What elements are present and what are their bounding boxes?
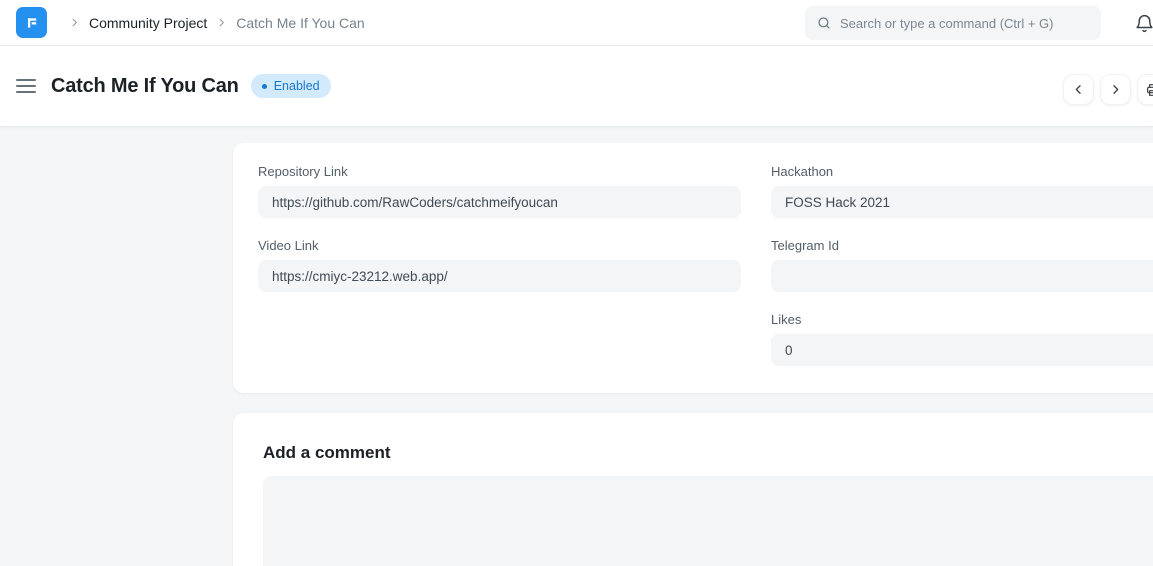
notifications-button[interactable] [1132,10,1153,36]
next-document-button[interactable] [1100,74,1131,105]
sidebar-toggle-button[interactable] [16,73,42,99]
field-label: Video Link [258,238,741,253]
field-label: Likes [771,312,1153,327]
search-icon [817,16,831,30]
head-actions [1063,74,1153,105]
previous-document-button[interactable] [1063,74,1094,105]
field-label: Telegram Id [771,238,1153,253]
page-head: Catch Me If You Can Enabled [0,46,1153,127]
frappe-logo[interactable] [16,7,47,38]
field-video-link: Video Link [258,238,741,292]
printer-icon [1145,82,1153,98]
status-dot-icon [262,84,267,89]
bell-icon [1134,13,1153,34]
status-label: Enabled [274,79,320,93]
video-link-input[interactable] [258,260,741,292]
chevron-right-icon [1108,82,1123,97]
likes-input[interactable] [771,334,1153,366]
telegram-id-input[interactable] [771,260,1153,292]
form-column-left: Repository Link Video Link [258,164,741,386]
status-badge: Enabled [251,74,331,98]
repository-link-input[interactable] [258,186,741,218]
hackathon-input[interactable] [771,186,1153,218]
details-card: Repository Link Video Link Hackathon Tel… [233,143,1153,393]
global-search[interactable] [805,6,1101,40]
field-repository-link: Repository Link [258,164,741,218]
field-label: Hackathon [771,164,1153,179]
chevron-right-icon [69,17,80,28]
chevron-right-icon [216,17,227,28]
form-column-right: Hackathon Telegram Id Likes [771,164,1153,386]
search-input[interactable] [840,16,1089,31]
hamburger-icon [16,79,36,81]
field-likes: Likes [771,312,1153,366]
field-telegram-id: Telegram Id [771,238,1153,292]
field-hackathon: Hackathon [771,164,1153,218]
print-button[interactable] [1137,74,1153,105]
comment-input[interactable] [263,476,1153,566]
comments-heading: Add a comment [263,443,1153,463]
frappe-logo-glyph [23,14,41,32]
chevron-left-icon [1071,82,1086,97]
comments-card: Add a comment [233,413,1153,566]
form-grid: Repository Link Video Link Hackathon Tel… [258,164,1153,386]
navbar: Community Project Catch Me If You Can [0,0,1153,46]
page-title: Catch Me If You Can [51,75,239,98]
field-label: Repository Link [258,164,741,179]
breadcrumb-current-doc[interactable]: Catch Me If You Can [236,15,364,31]
breadcrumb-community-project[interactable]: Community Project [89,15,207,31]
form-body: Repository Link Video Link Hackathon Tel… [0,127,1153,566]
